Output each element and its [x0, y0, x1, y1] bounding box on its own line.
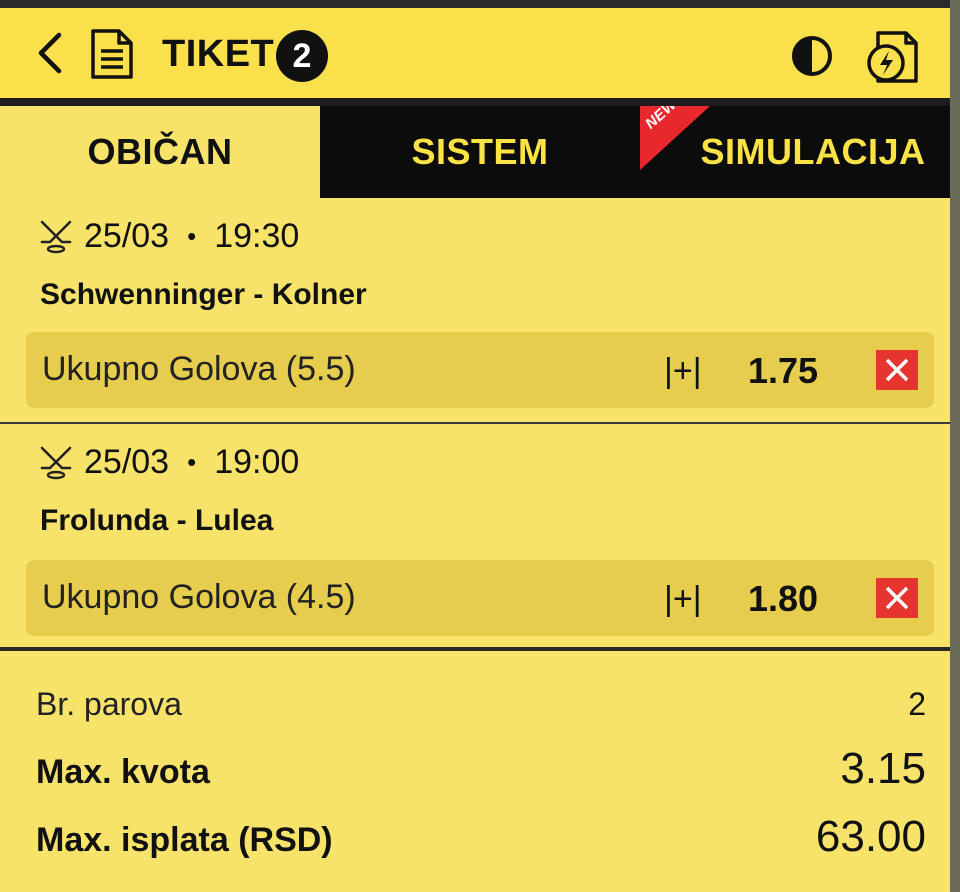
bet-selection: Ukupno Golova (5.5) |+| 1.75	[26, 332, 934, 408]
pairs-row: Br. parova 2	[36, 686, 926, 723]
ticket-item: 25/03 • 19:30 Schwenninger - Kolner Ukup…	[0, 198, 950, 424]
close-icon	[885, 358, 909, 382]
ticket-header: TIKET 2	[0, 8, 950, 98]
ticket-screen: TIKET 2 OBIČAN SISTEM NEW! SIMULACIJA 25…	[0, 0, 960, 892]
pairs-value: 2	[908, 686, 926, 722]
quick-ticket-button[interactable]	[862, 24, 922, 88]
tab-obican[interactable]: OBIČAN	[0, 106, 320, 198]
match-teams: Schwenninger - Kolner	[40, 278, 367, 311]
contrast-toggle-button[interactable]	[788, 32, 836, 80]
tab-label: OBIČAN	[87, 131, 233, 172]
tab-label: SIMULACIJA	[700, 131, 926, 172]
ticket-count-badge: 2	[276, 30, 328, 82]
back-icon	[38, 32, 62, 74]
max-payout-label: Max. isplata (RSD)	[36, 821, 333, 859]
remove-bet-button[interactable]	[876, 578, 918, 618]
summary-divider	[0, 647, 950, 651]
bet-odd: 1.80	[748, 578, 819, 619]
remove-bet-button[interactable]	[876, 350, 918, 390]
separator-dot: •	[187, 220, 197, 251]
match-teams: Frolunda - Lulea	[40, 504, 274, 537]
header-divider	[0, 98, 950, 106]
max-payout-value: 63.00	[815, 812, 926, 861]
document-button[interactable]	[86, 26, 138, 82]
match-date: 25/03	[84, 216, 170, 255]
match-datetime: 25/03 • 19:30	[36, 216, 299, 256]
match-date: 25/03	[84, 442, 170, 481]
match-time: 19:00	[214, 442, 300, 481]
max-payout-row: Max. isplata (RSD) 63.00	[36, 812, 926, 862]
back-button[interactable]	[30, 30, 70, 76]
bet-market: Ukupno Golova (4.5)	[42, 578, 356, 616]
document-icon	[91, 29, 133, 79]
match-datetime: 25/03 • 19:00	[36, 442, 299, 482]
bet-selection: Ukupno Golova (4.5) |+| 1.80	[26, 560, 934, 636]
match-time: 19:30	[214, 216, 300, 255]
separator-dot: •	[187, 446, 197, 477]
scroll-edge	[950, 0, 960, 892]
contrast-icon	[792, 36, 832, 76]
hockey-icon	[40, 220, 72, 254]
quick-ticket-icon	[867, 31, 918, 83]
max-odd-value: 3.15	[840, 744, 926, 793]
close-icon	[885, 586, 909, 610]
bet-market: Ukupno Golova (5.5)	[42, 350, 356, 388]
pairs-label: Br. parova	[36, 686, 182, 722]
bet-odd: 1.75	[748, 350, 819, 391]
hockey-icon	[40, 446, 72, 480]
max-odd-row: Max. kvota 3.15	[36, 744, 926, 794]
ticket-item: 25/03 • 19:00 Frolunda - Lulea Ukupno Go…	[0, 424, 950, 648]
bet-outcome: |+|	[664, 352, 702, 390]
tab-simulacija[interactable]: NEW! SIMULACIJA	[640, 106, 950, 198]
page-title: TIKET	[162, 33, 275, 75]
status-strip	[0, 0, 960, 8]
tab-sistem[interactable]: SISTEM	[320, 106, 640, 198]
ticket-type-tabs: OBIČAN SISTEM NEW! SIMULACIJA	[0, 106, 950, 198]
bet-outcome: |+|	[664, 580, 702, 618]
tab-label: SISTEM	[411, 131, 549, 172]
max-odd-label: Max. kvota	[36, 753, 210, 791]
